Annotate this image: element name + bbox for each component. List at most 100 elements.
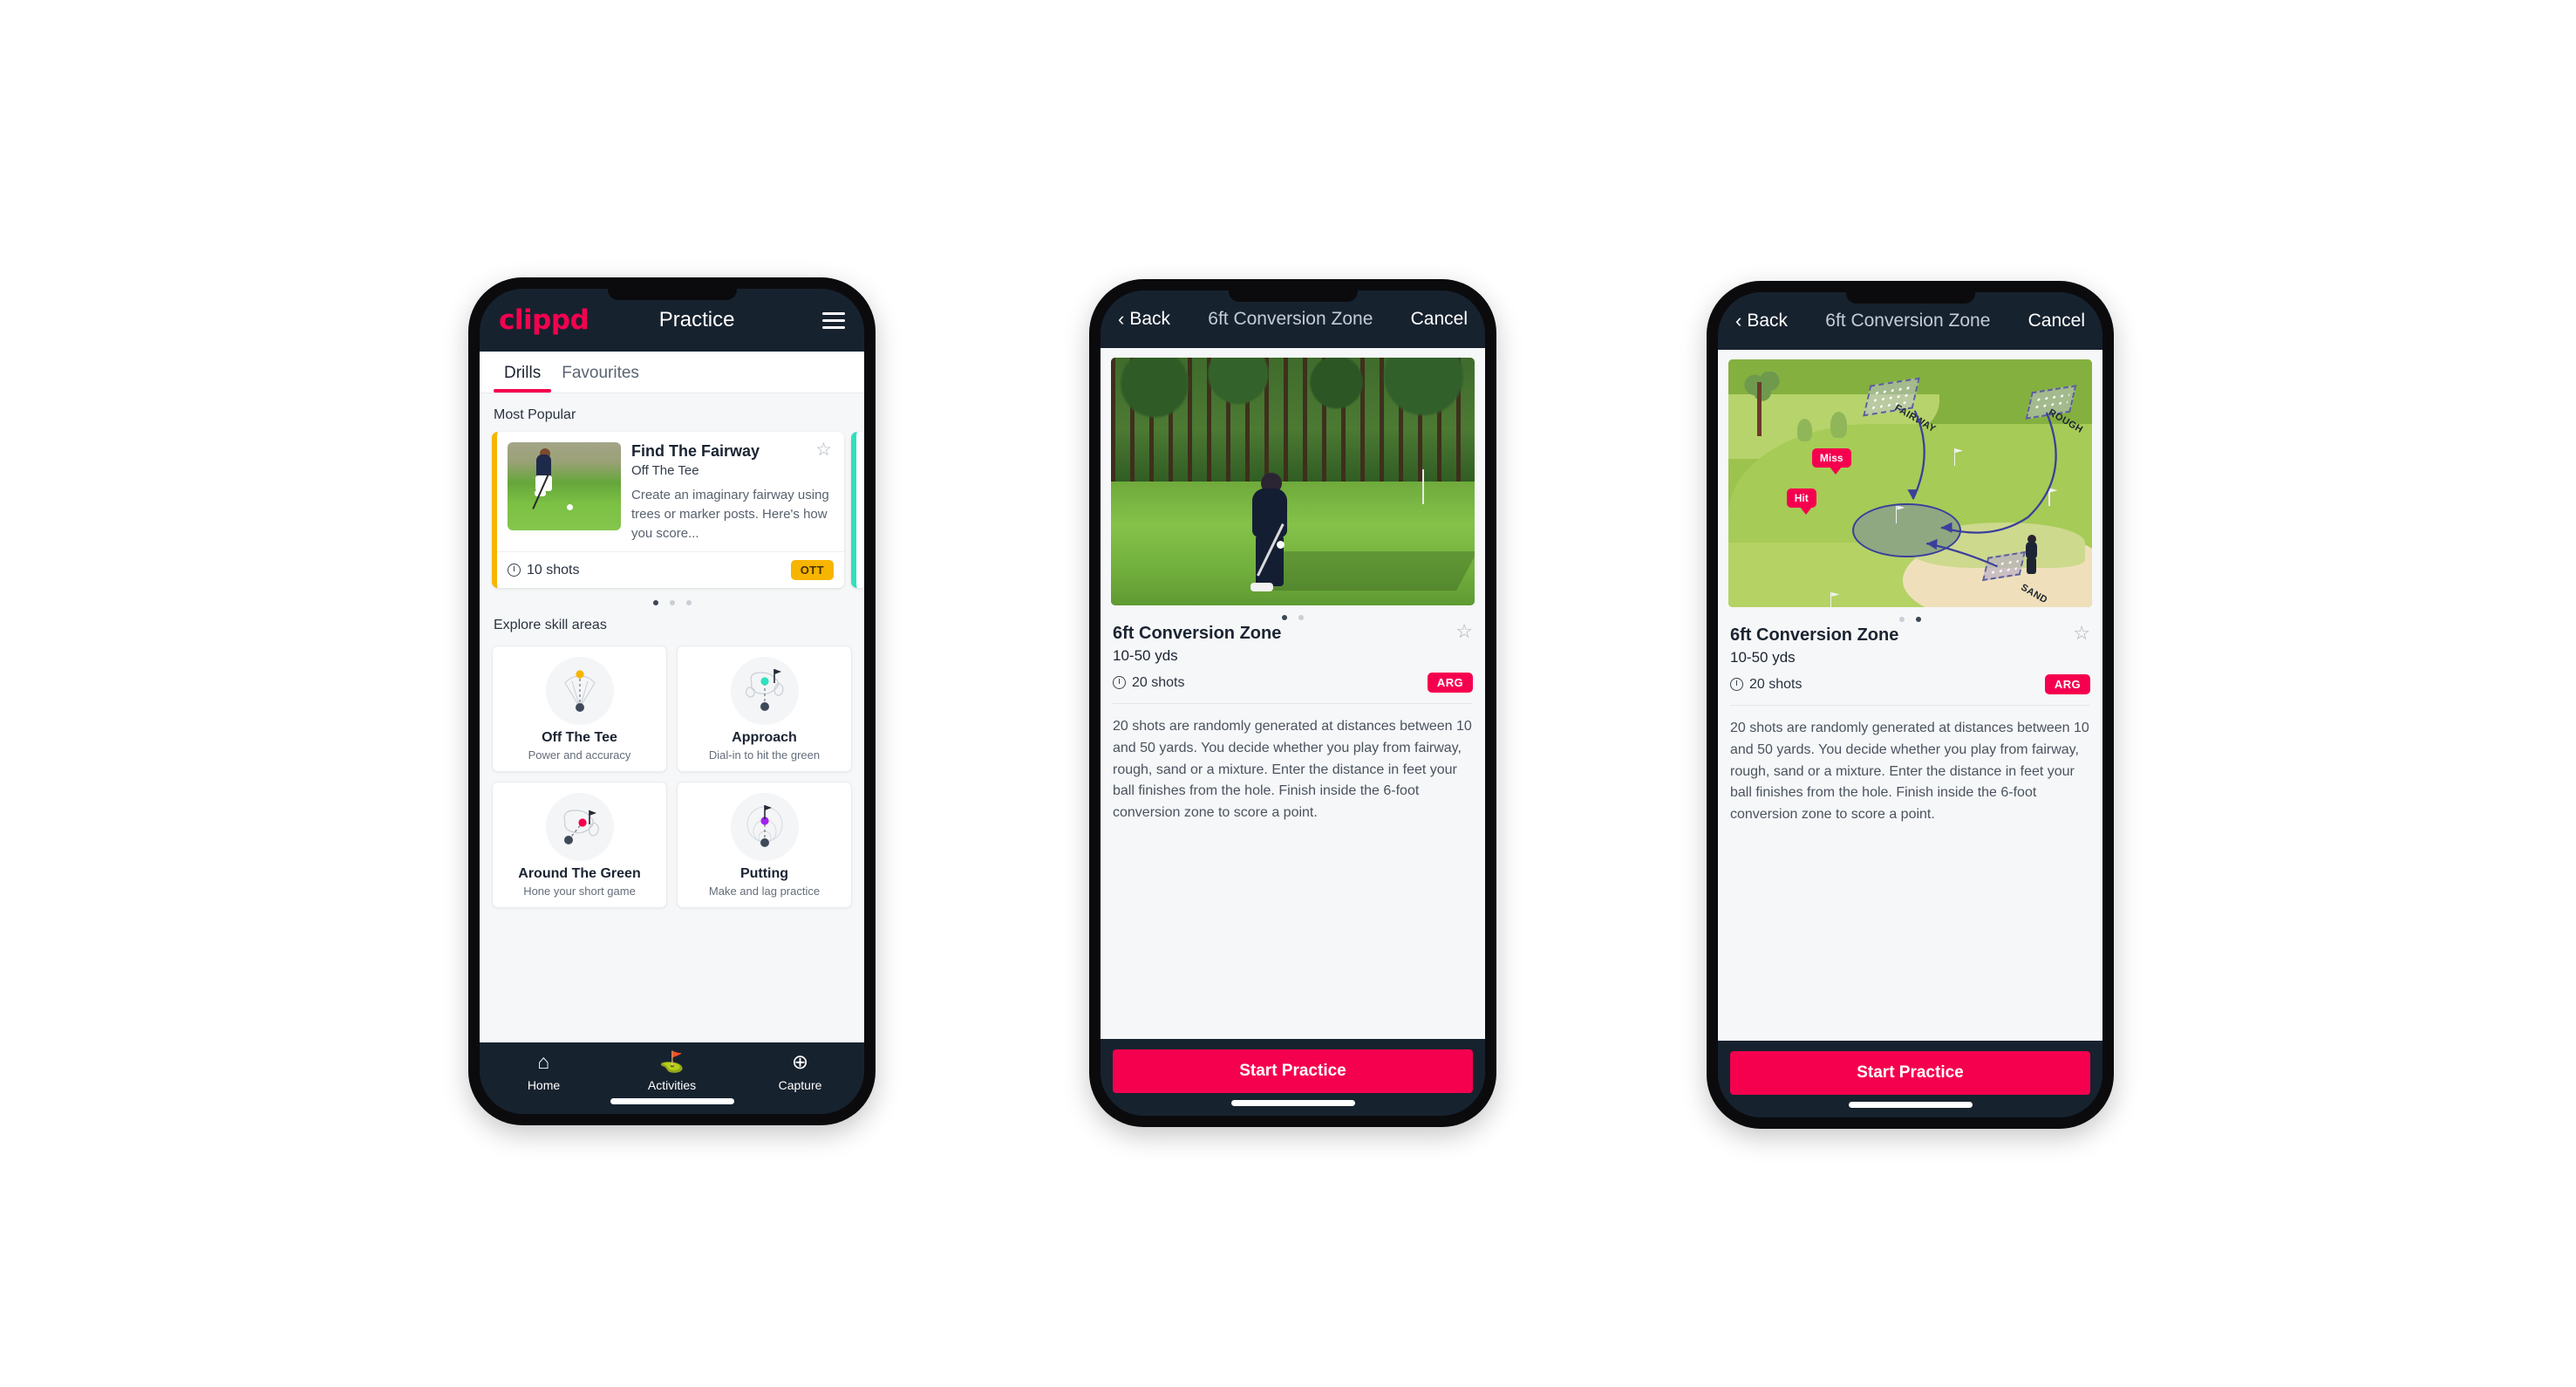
star-outline-icon[interactable]: ☆	[815, 441, 832, 459]
drill-title: Find The Fairway	[631, 442, 760, 460]
clock-icon	[508, 564, 521, 577]
skill-badge-ott: OTT	[790, 560, 834, 581]
start-practice-button[interactable]: Start Practice	[1113, 1049, 1473, 1093]
skill-card-approach[interactable]: Approach Dial-in to hit the green	[677, 646, 852, 773]
nav-item-activities[interactable]: ⛳ Activities	[608, 1050, 736, 1093]
detail-page-title: 6ft Conversion Zone	[1825, 311, 1991, 331]
cancel-button[interactable]: Cancel	[2028, 311, 2085, 331]
golf-flag-icon: ⛳	[659, 1050, 685, 1073]
clock-icon	[1730, 678, 1743, 691]
skill-subtitle: Make and lag practice	[708, 885, 821, 898]
drill-subtitle: Off The Tee	[631, 463, 699, 478]
media-pagination[interactable]	[1101, 605, 1485, 620]
skill-title: Around The Green	[518, 866, 641, 882]
drill-course-diagram[interactable]: FAIRWAY ROUGH SAND Miss Hit	[1728, 359, 2092, 607]
drill-card-find-the-fairway[interactable]: ☆ Find The Fairway Off The Tee Create an…	[492, 432, 844, 589]
media-carousel[interactable]: FAIRWAY ROUGH SAND Miss Hit	[1718, 350, 2102, 607]
skill-badge-arg: ARG	[2044, 674, 2090, 694]
star-outline-icon[interactable]: ☆	[2073, 624, 2090, 643]
drill-header: ☆ 6ft Conversion Zone 10-50 yds 20 shots…	[1718, 622, 2102, 694]
skill-subtitle: Power and accuracy	[528, 748, 631, 762]
drill-shots-label: 20 shots	[1132, 674, 1185, 690]
home-indicator	[1230, 1100, 1355, 1106]
skill-areas-grid: Off The Tee Power and accuracy Approach …	[492, 646, 852, 909]
page-title: Practice	[658, 308, 735, 331]
skill-card-around-the-green[interactable]: Around The Green Hone your short game	[492, 782, 667, 909]
clock-icon	[1113, 676, 1126, 689]
skill-card-putting[interactable]: Putting Make and lag practice	[677, 782, 852, 909]
back-label: Back	[1129, 309, 1171, 329]
nav-item-capture[interactable]: ⊕ Capture	[736, 1050, 864, 1093]
skill-title: Off The Tee	[542, 730, 617, 746]
phone-notch	[1228, 290, 1358, 302]
tee-fan-icon	[545, 657, 614, 726]
cancel-button[interactable]: Cancel	[1411, 309, 1468, 330]
carousel-dot-3[interactable]	[685, 600, 692, 606]
tab-favourites[interactable]: Favourites	[551, 352, 650, 393]
drill-video-still[interactable]	[1111, 358, 1475, 605]
tab-drills[interactable]: Drills	[494, 352, 552, 393]
drill-shots-label: 20 shots	[1749, 676, 1803, 692]
drill-description: Create an imaginary fairway using trees …	[631, 488, 829, 541]
section-heading-most-popular: Most Popular	[494, 407, 576, 422]
home-icon: ⌂	[537, 1050, 550, 1073]
nav-item-home[interactable]: ⌂ Home	[480, 1050, 608, 1093]
drill-shots: 20 shots	[1730, 677, 1802, 693]
star-outline-icon[interactable]: ☆	[1455, 622, 1473, 641]
drill-yardage: 10-50 yds	[1113, 647, 1178, 664]
skill-subtitle: Dial-in to hit the green	[708, 748, 821, 762]
drill-title: 6ft Conversion Zone	[1730, 625, 1899, 645]
drill-header: ☆ 6ft Conversion Zone 10-50 yds 20 shots…	[1101, 620, 1485, 693]
drill-description: 20 shots are randomly generated at dista…	[1113, 719, 1472, 821]
golfer-figure	[2022, 535, 2041, 575]
drill-thumbnail	[508, 442, 621, 530]
back-button[interactable]: ‹ Back	[1118, 309, 1170, 330]
nav-label: Home	[527, 1078, 561, 1092]
chip-green-icon	[545, 793, 614, 862]
chevron-left-icon: ‹	[1118, 308, 1125, 330]
back-label: Back	[1747, 311, 1789, 331]
chevron-left-icon: ‹	[1735, 310, 1742, 331]
drill-card-next-peek[interactable]	[851, 432, 864, 589]
drill-shots: 10 shots	[508, 563, 579, 578]
drill-carousel[interactable]: ☆ Find The Fairway Off The Tee Create an…	[492, 432, 864, 589]
putting-rings-icon	[730, 793, 799, 862]
approach-green-icon	[730, 657, 799, 726]
start-practice-button[interactable]: Start Practice	[1730, 1051, 2090, 1095]
callout-hit: Hit	[1786, 488, 1816, 515]
back-button[interactable]: ‹ Back	[1735, 311, 1788, 331]
drill-description: 20 shots are randomly generated at dista…	[1730, 721, 2089, 823]
carousel-pagination[interactable]	[492, 600, 852, 606]
home-indicator	[1848, 1102, 1973, 1108]
detail-content: ☆ 6ft Conversion Zone 10-50 yds 20 shots…	[1101, 348, 1485, 1039]
drill-shots: 20 shots	[1113, 675, 1184, 691]
drill-shots-label: 10 shots	[527, 562, 580, 577]
skill-card-off-the-tee[interactable]: Off The Tee Power and accuracy	[492, 646, 667, 773]
plus-circle-icon: ⊕	[791, 1050, 809, 1073]
phone-notch	[607, 289, 737, 300]
hamburger-menu-icon[interactable]	[822, 311, 845, 329]
media-pagination[interactable]	[1718, 607, 2102, 622]
callout-miss: Miss	[1811, 448, 1851, 475]
detail-content: FAIRWAY ROUGH SAND Miss Hit ☆ 6ft Conver…	[1718, 350, 2102, 1041]
screenshot-stage: clippd Practice Drills Favourites Most P…	[0, 0, 2576, 1387]
media-carousel[interactable]	[1101, 348, 1485, 605]
skill-badge-arg: ARG	[1427, 673, 1473, 693]
tab-bar: Drills Favourites	[480, 352, 864, 393]
phone-notch	[1845, 292, 1975, 304]
home-indicator	[610, 1098, 734, 1104]
skill-title: Putting	[739, 866, 789, 882]
section-heading-explore-skill-areas: Explore skill areas	[494, 618, 607, 633]
carousel-dot-1[interactable]	[652, 600, 658, 606]
phone-mockup-practice-list: clippd Practice Drills Favourites Most P…	[468, 277, 876, 1125]
phone-mockup-drill-detail-diagram: ‹ Back 6ft Conversion Zone Cancel FAIRWA…	[1707, 281, 2114, 1129]
phone-mockup-drill-detail-video: ‹ Back 6ft Conversion Zone Cancel ☆ 6ft …	[1089, 279, 1496, 1127]
skill-title: Approach	[732, 730, 797, 746]
detail-page-title: 6ft Conversion Zone	[1208, 309, 1373, 329]
carousel-dot-2[interactable]	[669, 600, 675, 606]
nav-label: Capture	[778, 1078, 822, 1092]
practice-content: Most Popular ☆ Find The Fairway Off The …	[480, 393, 864, 1042]
skill-subtitle: Hone your short game	[523, 885, 636, 898]
drill-yardage: 10-50 yds	[1730, 649, 1796, 666]
drill-title: 6ft Conversion Zone	[1113, 624, 1282, 643]
